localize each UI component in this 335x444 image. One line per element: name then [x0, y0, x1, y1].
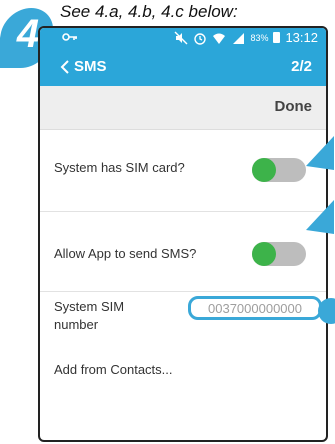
sim-card-row: System has SIM card?	[40, 130, 326, 212]
send-sms-toggle[interactable]	[252, 242, 306, 266]
done-button[interactable]: Done	[275, 98, 313, 115]
sim-number-input[interactable]	[188, 296, 322, 320]
callout-pointer	[306, 200, 334, 234]
add-from-contacts-link[interactable]: Add from Contacts...	[54, 362, 173, 377]
sim-number-label: System SIM number	[54, 299, 125, 332]
status-bar: 83% 13:12	[40, 28, 326, 48]
sim-card-toggle[interactable]	[252, 158, 306, 182]
step-caption: See 4.a, 4.b, 4.c below:	[60, 2, 238, 21]
battery-icon	[273, 32, 281, 43]
sim-card-label: System has SIM card?	[54, 160, 185, 175]
sim-number-row: System SIM number Add from Contacts...	[40, 292, 326, 392]
send-sms-label: Allow App to send SMS?	[54, 246, 197, 261]
battery-percent: 83%	[250, 32, 269, 43]
page-indicator: 2/2	[291, 58, 312, 75]
mute-icon	[174, 31, 188, 44]
send-sms-row: Allow App to send SMS?	[40, 212, 326, 292]
phone-screen: 83% 13:12 SMS 2/2 Done System has SIM ca…	[38, 26, 328, 442]
app-bar: SMS 2/2	[40, 48, 326, 86]
back-chevron-icon[interactable]	[60, 59, 70, 75]
status-icons: 83% 13:12	[174, 30, 318, 45]
callout-pointer	[306, 136, 334, 170]
alarm-icon	[194, 32, 207, 45]
wifi-icon	[213, 33, 226, 44]
key-icon	[62, 33, 77, 41]
toggle-knob	[252, 242, 276, 266]
clock: 13:12	[285, 30, 318, 45]
app-title: SMS	[74, 58, 107, 75]
toggle-knob	[252, 158, 276, 182]
action-toolbar: Done	[40, 86, 326, 130]
signal-icon	[233, 32, 245, 44]
